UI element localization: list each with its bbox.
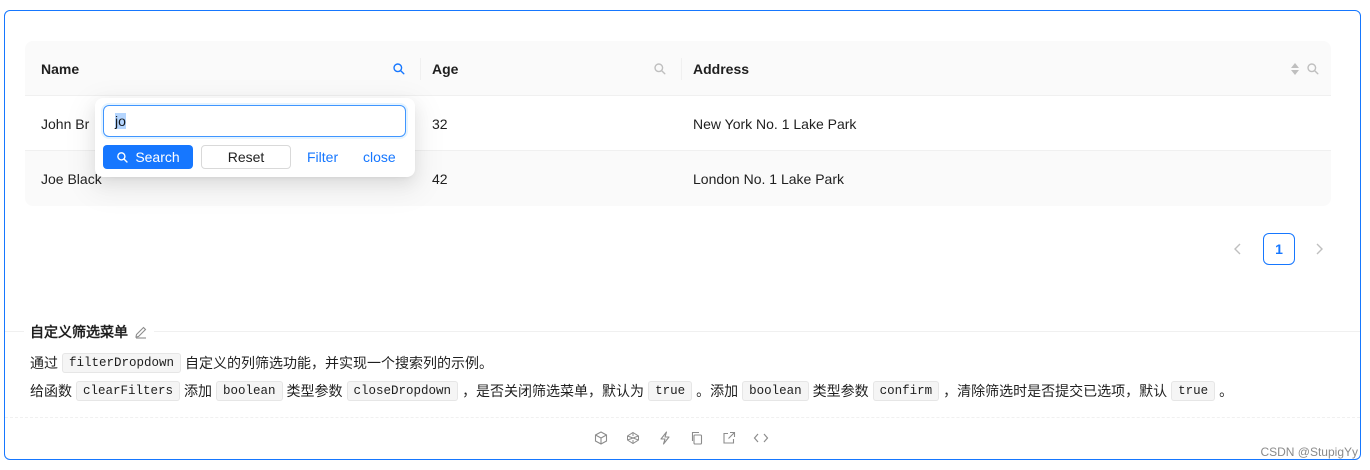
description-divider bbox=[5, 331, 1360, 332]
reset-button[interactable]: Reset bbox=[201, 145, 291, 169]
inline-code: boolean bbox=[742, 381, 809, 401]
description-text: 添加 bbox=[184, 383, 213, 399]
filter-dropdown: jo Search Reset Filter close bbox=[95, 98, 415, 177]
table-header: Name Age Address bbox=[25, 41, 1331, 96]
column-title: Name bbox=[41, 60, 80, 77]
pagination-next[interactable] bbox=[1303, 233, 1335, 265]
copy-icon[interactable] bbox=[689, 430, 705, 446]
code-icon[interactable] bbox=[753, 430, 769, 446]
pagination-prev[interactable] bbox=[1222, 233, 1254, 265]
code-actions bbox=[593, 430, 769, 446]
description-text: ，清除筛选时是否提交已选项，默认 bbox=[943, 383, 1168, 399]
cell-address: London No. 1 Lake Park bbox=[693, 170, 844, 187]
description-header: 自定义筛选菜单 bbox=[24, 322, 154, 342]
reset-button-label: Reset bbox=[227, 149, 265, 165]
description-text: 类型参数 bbox=[812, 383, 869, 399]
cell-address: New York No. 1 Lake Park bbox=[693, 115, 857, 132]
description-line-1: 通过 filterDropdown 自定义的列筛选功能，并实现一个搜索列的示例。 bbox=[30, 353, 493, 373]
description-text: 通过 bbox=[30, 355, 58, 371]
watermark: CSDN @StupigYy bbox=[1260, 445, 1358, 459]
open-external-icon[interactable] bbox=[721, 430, 737, 446]
inline-code: closeDropdown bbox=[346, 381, 459, 401]
cell-age: 32 bbox=[432, 115, 448, 132]
column-divider bbox=[681, 58, 682, 80]
description-title: 自定义筛选菜单 bbox=[30, 324, 128, 340]
cell-age: 42 bbox=[432, 170, 448, 187]
search-icon[interactable] bbox=[653, 62, 667, 76]
chevron-left-icon bbox=[1233, 243, 1243, 255]
stackblitz-icon[interactable] bbox=[657, 430, 673, 446]
edit-icon[interactable] bbox=[134, 325, 148, 339]
inline-code: filterDropdown bbox=[62, 353, 182, 373]
close-link[interactable]: close bbox=[363, 145, 396, 169]
description-text: 。 bbox=[1219, 383, 1234, 399]
input-value: jo bbox=[115, 113, 126, 129]
cell-name: Joe Black bbox=[41, 170, 102, 187]
codepen-icon[interactable] bbox=[625, 430, 641, 446]
description-line-2: 给函数 clearFilters 添加 boolean 类型参数 closeDr… bbox=[30, 381, 1233, 401]
filter-link[interactable]: Filter bbox=[307, 145, 338, 169]
description-text: 。添加 bbox=[696, 383, 739, 399]
search-icon bbox=[116, 151, 129, 164]
filter-search-input[interactable]: jo bbox=[103, 105, 406, 137]
codesandbox-icon[interactable] bbox=[593, 430, 609, 446]
description-text: 给函数 bbox=[30, 383, 72, 399]
description-text: 自定义的列筛选功能，并实现一个搜索列的示例。 bbox=[185, 355, 494, 371]
inline-code: true bbox=[648, 381, 693, 401]
cell-name: John Br bbox=[41, 115, 90, 132]
description-text: 类型参数 bbox=[286, 383, 343, 399]
chevron-right-icon bbox=[1314, 243, 1324, 255]
search-icon[interactable] bbox=[392, 62, 406, 76]
inline-code: clearFilters bbox=[76, 381, 181, 401]
caret-up-down-icon[interactable] bbox=[1290, 61, 1300, 77]
actions-divider bbox=[5, 417, 1360, 418]
column-header-name: Name bbox=[41, 41, 411, 96]
column-title: Address bbox=[693, 60, 750, 77]
inline-code: true bbox=[1171, 381, 1216, 401]
inline-code: boolean bbox=[216, 381, 283, 401]
inline-code: confirm bbox=[872, 381, 940, 401]
search-button-label: Search bbox=[135, 149, 180, 165]
search-button[interactable]: Search bbox=[103, 145, 193, 169]
pagination-page-1[interactable]: 1 bbox=[1263, 233, 1295, 265]
column-header-address[interactable]: Address bbox=[693, 41, 1313, 96]
column-divider bbox=[420, 58, 421, 80]
search-icon[interactable] bbox=[1306, 62, 1320, 76]
description-text: ，是否关闭筛选菜单，默认为 bbox=[462, 383, 645, 399]
column-header-age: Age bbox=[432, 41, 672, 96]
column-title: Age bbox=[432, 60, 459, 77]
